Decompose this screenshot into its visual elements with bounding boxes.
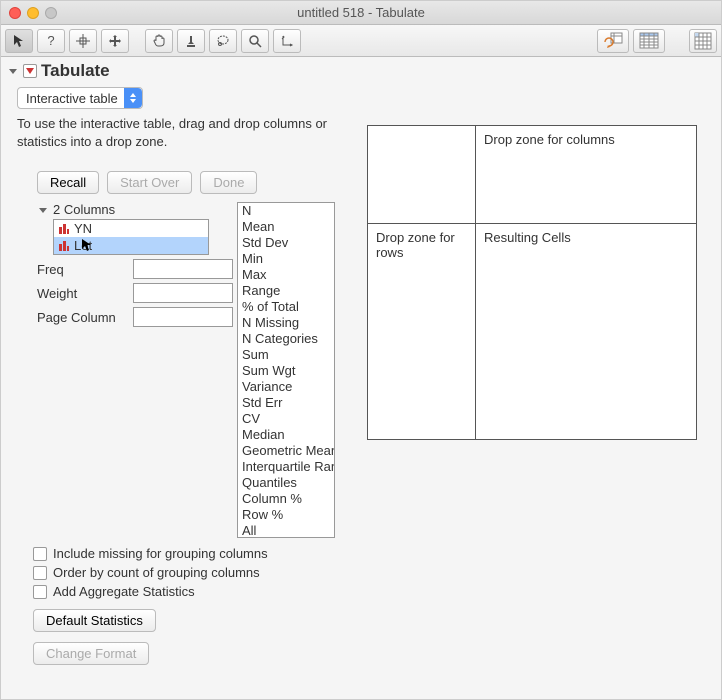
columns-list[interactable]: YN Lot — [53, 219, 209, 255]
column-name: YN — [74, 221, 92, 236]
axis-icon — [280, 34, 294, 48]
stat-item[interactable]: Min — [238, 251, 334, 267]
stat-item[interactable]: N Categories — [238, 331, 334, 347]
recall-button[interactable]: Recall — [37, 171, 99, 194]
stat-item[interactable]: Variance — [238, 379, 334, 395]
dropzone-result[interactable]: Resulting Cells — [476, 224, 697, 440]
arrow-icon — [13, 34, 25, 48]
stat-item[interactable]: Std Err — [238, 395, 334, 411]
data-table-button[interactable] — [689, 29, 717, 53]
close-icon[interactable] — [9, 7, 21, 19]
table-view-button[interactable] — [633, 29, 665, 53]
stat-item[interactable]: Interquartile Range — [238, 459, 334, 475]
drop-zone-table: Drop zone for columns Drop zone for rows… — [367, 125, 697, 440]
page-column-input[interactable] — [133, 307, 233, 327]
refresh-icon — [603, 32, 623, 50]
stat-item[interactable]: Sum — [238, 347, 334, 363]
stat-item[interactable]: Range — [238, 283, 334, 299]
move-icon — [108, 34, 122, 48]
columns-disclosure-icon[interactable] — [37, 204, 49, 216]
order-by-count-label: Order by count of grouping columns — [53, 565, 260, 580]
mode-select-value: Interactive table — [26, 91, 118, 106]
zoom-icon — [248, 34, 262, 48]
column-item-lot[interactable]: Lot — [54, 237, 208, 254]
section-title: Tabulate — [41, 61, 110, 81]
include-missing-checkbox[interactable] — [33, 547, 47, 561]
freq-input[interactable] — [133, 259, 233, 279]
dropzone-corner[interactable] — [368, 126, 476, 224]
zoom-tool-button[interactable] — [241, 29, 269, 53]
stat-item[interactable]: Geometric Mean — [238, 443, 334, 459]
arrow-tool-button[interactable] — [5, 29, 33, 53]
main-row: Interactive table To use the interactive… — [1, 85, 721, 699]
dropzone-columns[interactable]: Drop zone for columns — [476, 126, 697, 224]
stat-item[interactable]: N — [238, 203, 334, 219]
red-triangle-menu[interactable] — [23, 64, 37, 78]
columns-header: 2 Columns — [53, 202, 115, 217]
add-aggregate-checkbox[interactable] — [33, 585, 47, 599]
column-item-yn[interactable]: YN — [54, 220, 208, 237]
refresh-data-button[interactable] — [597, 29, 629, 53]
tabulate-header: Tabulate — [1, 57, 721, 85]
nominal-icon — [58, 223, 70, 235]
include-missing-label: Include missing for grouping columns — [53, 546, 268, 561]
dropzone-rows[interactable]: Drop zone for rows — [368, 224, 476, 440]
column-name: Lot — [74, 238, 92, 253]
page-column-label: Page Column — [37, 310, 129, 325]
select-arrows-icon — [124, 88, 142, 108]
nominal-icon — [58, 240, 70, 252]
default-statistics-button[interactable]: Default Statistics — [33, 609, 156, 632]
maximize-icon[interactable] — [45, 7, 57, 19]
stat-item[interactable]: Sum Wgt — [238, 363, 334, 379]
order-by-count-checkbox[interactable] — [33, 566, 47, 580]
hand-tool-button[interactable] — [145, 29, 173, 53]
lasso-tool-button[interactable] — [209, 29, 237, 53]
instructions-text: To use the interactive table, drag and d… — [9, 115, 351, 161]
grid-icon — [694, 32, 712, 50]
minimize-icon[interactable] — [27, 7, 39, 19]
stat-item[interactable]: Quantiles — [238, 475, 334, 491]
move-tool-button[interactable] — [101, 29, 129, 53]
weight-label: Weight — [37, 286, 129, 301]
add-aggregate-label: Add Aggregate Statistics — [53, 584, 195, 599]
builder-panel: Recall Start Over Done 2 Columns — [9, 161, 351, 691]
lasso-icon — [216, 34, 230, 48]
toolbar: ? — [1, 25, 721, 57]
statistics-list[interactable]: N Mean Std Dev Min Max Range % of Total … — [237, 202, 335, 538]
stat-item[interactable]: Median — [238, 427, 334, 443]
window-title: untitled 518 - Tabulate — [9, 5, 713, 20]
stat-item[interactable]: All — [238, 523, 334, 538]
stat-item[interactable]: Mean — [238, 219, 334, 235]
brush-icon — [184, 34, 198, 48]
stat-item[interactable]: Max — [238, 267, 334, 283]
hand-icon — [152, 34, 166, 48]
titlebar: untitled 518 - Tabulate — [1, 1, 721, 25]
crosshair-tool-button[interactable] — [69, 29, 97, 53]
weight-input[interactable] — [133, 283, 233, 303]
done-button[interactable]: Done — [200, 171, 257, 194]
axis-tool-button[interactable] — [273, 29, 301, 53]
control-panel: Interactive table To use the interactive… — [9, 85, 351, 691]
stat-item[interactable]: CV — [238, 411, 334, 427]
start-over-button[interactable]: Start Over — [107, 171, 192, 194]
drop-zone-panel: Drop zone for columns Drop zone for rows… — [367, 85, 713, 691]
brush-tool-button[interactable] — [177, 29, 205, 53]
content-area: Tabulate Interactive table To use the in… — [1, 57, 721, 699]
table-icon — [639, 32, 659, 50]
mode-select[interactable]: Interactive table — [17, 87, 143, 109]
stat-item[interactable]: Row % — [238, 507, 334, 523]
window-controls — [9, 7, 57, 19]
stat-item[interactable]: % of Total — [238, 299, 334, 315]
stat-item[interactable]: Std Dev — [238, 235, 334, 251]
freq-label: Freq — [37, 262, 129, 277]
stat-item[interactable]: Column % — [238, 491, 334, 507]
help-icon: ? — [47, 33, 54, 48]
help-tool-button[interactable]: ? — [37, 29, 65, 53]
stat-item[interactable]: N Missing — [238, 315, 334, 331]
disclosure-icon[interactable] — [7, 65, 19, 77]
crosshair-icon — [76, 34, 90, 48]
app-window: untitled 518 - Tabulate ? — [0, 0, 722, 700]
change-format-button[interactable]: Change Format — [33, 642, 149, 665]
